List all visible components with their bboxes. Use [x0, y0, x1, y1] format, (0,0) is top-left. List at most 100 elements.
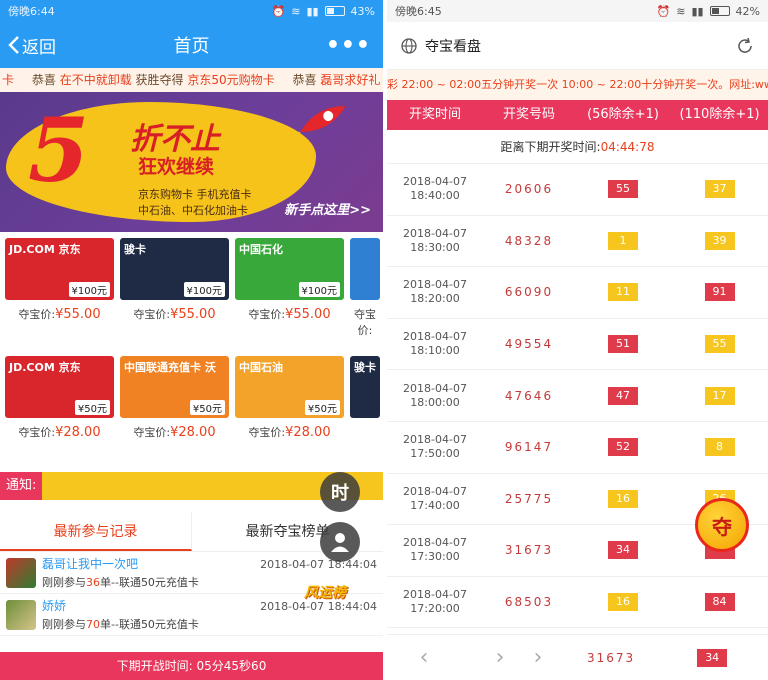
product-card[interactable]: JD.COM 京东 ¥100元 夺宝价:¥55.00: [5, 238, 114, 350]
draw-time-cell: 2018-04-07 18:30:00: [403, 226, 467, 254]
bottom-nav: ‹ › › 31673 34: [387, 634, 768, 680]
product-grid-row-1: JD.COM 京东 ¥100元 夺宝价:¥55.00 骏卡 ¥100元 夺宝价:…: [0, 232, 383, 350]
chevron-left-icon: [8, 36, 19, 54]
record-user: 磊哥让我中一次吧: [42, 557, 139, 571]
signal-icon: ▮▮: [306, 4, 319, 18]
col-mod-110: (110除余+1): [679, 107, 760, 122]
tab-latest-records[interactable]: 最新参与记录: [0, 512, 192, 551]
product-image: 骏卡: [350, 356, 380, 418]
draw-time-cell: 2018-04-07 17:20:00: [403, 588, 467, 616]
mod-56-badge: 16: [608, 593, 638, 612]
mod-56-badge: 34: [608, 541, 638, 560]
mod-56-badge: 51: [608, 335, 638, 354]
mod-56-badge: 1: [608, 231, 638, 250]
user-icon: [331, 533, 349, 552]
battery-percent: 42%: [735, 4, 760, 18]
product-card[interactable]: JD.COM 京东 ¥50元 夺宝价:¥28.00: [5, 356, 114, 468]
user-fab[interactable]: [320, 522, 360, 562]
bottom-number: 31673: [587, 650, 636, 665]
alarm-icon: ⏰: [656, 4, 671, 18]
forward-nav-icon-2[interactable]: ›: [519, 645, 557, 670]
avatar: [6, 557, 36, 588]
back-button[interactable]: 返回: [0, 33, 56, 58]
luck-ranking-badge[interactable]: 风运榜: [304, 582, 346, 602]
mod-56-badge: 16: [608, 489, 638, 508]
mod-56-badge: 47: [608, 386, 638, 405]
col-draw-time: 开奖时间: [408, 107, 461, 122]
promo-banner[interactable]: 5 折不止 狂欢继续 京东购物卡 手机充值卡 中石油、中石化加油卡 新手点这里>…: [0, 92, 383, 232]
status-bar: 傍晚6:45 ⏰ ≋ ▮▮ 42%: [387, 0, 768, 22]
newbie-link[interactable]: 新手点这里>>: [284, 199, 371, 218]
draw-number-cell: 31673: [504, 543, 554, 558]
draw-time-cell: 2018-04-07 17:30:00: [403, 536, 467, 564]
more-menu-icon[interactable]: •••: [326, 33, 371, 58]
right-screen: 傍晚6:45 ⏰ ≋ ▮▮ 42% 夺宝看盘 彩 22:00 ~ 02:00五分…: [387, 0, 768, 680]
mod-110-badge: 37: [704, 180, 735, 199]
product-grid-row-2: JD.COM 京东 ¥50元 夺宝价:¥28.00 中国联通充值卡 沃 ¥50元…: [0, 350, 383, 468]
draw-table: 2018-04-07 18:40:00 20606 55 37 2018-04-07 18:…: [387, 164, 768, 629]
draw-time-cell: 2018-04-07 18:00:00: [403, 381, 467, 409]
col-mod-56: (56除余+1): [587, 107, 659, 122]
draw-time-cell: 2018-04-07 17:40:00: [403, 484, 467, 512]
product-card[interactable]: 夺宝价:: [350, 238, 380, 350]
draw-number-cell: 66090: [504, 285, 554, 300]
product-card[interactable]: 骏卡: [350, 356, 380, 468]
mod-110-badge: 84: [704, 593, 735, 612]
back-nav-icon[interactable]: ‹: [405, 645, 443, 670]
back-label: 返回: [22, 37, 56, 58]
banner-digit: 5: [28, 98, 90, 202]
mod-56-badge: 11: [608, 283, 638, 302]
table-header: 开奖时间 开奖号码 (56除余+1) (110除余+1): [387, 100, 768, 130]
battery-icon: [324, 6, 345, 16]
wifi-icon: ≋: [676, 4, 686, 18]
draw-number-cell: 48328: [504, 233, 554, 248]
signal-icon: ▮▮: [691, 4, 704, 18]
product-card[interactable]: 中国联通充值卡 沃 ¥50元 夺宝价:¥28.00: [120, 356, 229, 468]
draw-countdown: 距离下期开奖时间:04:44:78: [387, 130, 768, 164]
draw-number-cell: 20606: [504, 182, 554, 197]
status-time: 傍晚6:44: [8, 5, 55, 18]
product-image: JD.COM 京东 ¥100元: [5, 238, 114, 300]
product-image: 中国联通充值卡 沃 ¥50元: [120, 356, 229, 418]
table-row: 2018-04-07 17:20:00 68503 16 84: [387, 577, 768, 629]
draw-time-cell: 2018-04-07 18:10:00: [403, 330, 467, 358]
banner-line-1: 京东购物卡 手机充值卡: [138, 188, 252, 201]
product-image: [350, 238, 380, 300]
status-time: 傍晚6:45: [395, 5, 442, 18]
winner-ticker: 卡 恭喜 在不中就卸载 获胜夺得 京东50元购物卡 恭喜 磊哥求好礼 获胜: [0, 68, 383, 92]
forward-nav-icon[interactable]: ›: [481, 645, 519, 670]
time-fab[interactable]: 时: [320, 472, 360, 512]
next-round-timer: 下期开战时间: 05分45秒60: [0, 652, 383, 680]
table-row: 2018-04-07 18:10:00 49554 51 55: [387, 319, 768, 371]
notice-label: 通知:: [0, 472, 43, 500]
address-bar[interactable]: 夺宝看盘: [387, 22, 768, 70]
table-row: 2018-04-07 17:50:00 96147 52 8: [387, 422, 768, 474]
draw-number-cell: 68503: [504, 595, 554, 610]
status-bar: 傍晚6:44 ⏰ ≋ ▮▮ 43%: [0, 0, 383, 22]
grab-button[interactable]: 夺: [695, 498, 749, 552]
mod-110-badge: 91: [704, 283, 735, 302]
table-row: 2018-04-07 18:40:00 20606 55 37: [387, 164, 768, 216]
product-card[interactable]: 骏卡 ¥100元 夺宝价:¥55.00: [120, 238, 229, 350]
schedule-ticker: 彩 22:00 ~ 02:00五分钟开奖一次 10:00 ~ 22:00十分钟开…: [387, 70, 768, 100]
alarm-icon: ⏰: [271, 4, 286, 18]
record-time: 2018-04-07 18:44:04: [260, 558, 377, 571]
page-url: 夺宝看盘: [425, 38, 481, 55]
product-card[interactable]: 中国石油 ¥50元 夺宝价:¥28.00: [235, 356, 344, 468]
banner-subheadline: 狂欢继续: [138, 156, 215, 178]
mod-56-badge: 55: [608, 180, 638, 199]
mod-56-badge: 52: [608, 438, 638, 457]
battery-percent: 43%: [350, 4, 375, 18]
product-card[interactable]: 中国石化 ¥100元 夺宝价:¥55.00: [235, 238, 344, 350]
col-draw-number: 开奖号码: [502, 107, 555, 122]
draw-number-cell: 47646: [504, 388, 554, 403]
product-image: 中国石油 ¥50元: [235, 356, 344, 418]
reload-icon[interactable]: [736, 37, 754, 55]
draw-number-cell: 96147: [504, 440, 554, 455]
draw-time-cell: 2018-04-07 18:20:00: [403, 278, 467, 306]
product-image: 中国石化 ¥100元: [235, 238, 344, 300]
table-row: 2018-04-07 18:20:00 66090 11 91: [387, 267, 768, 319]
mod-110-badge: 8: [704, 438, 735, 457]
draw-number-cell: 25775: [504, 491, 554, 506]
mod-110-badge: 39: [704, 231, 735, 250]
